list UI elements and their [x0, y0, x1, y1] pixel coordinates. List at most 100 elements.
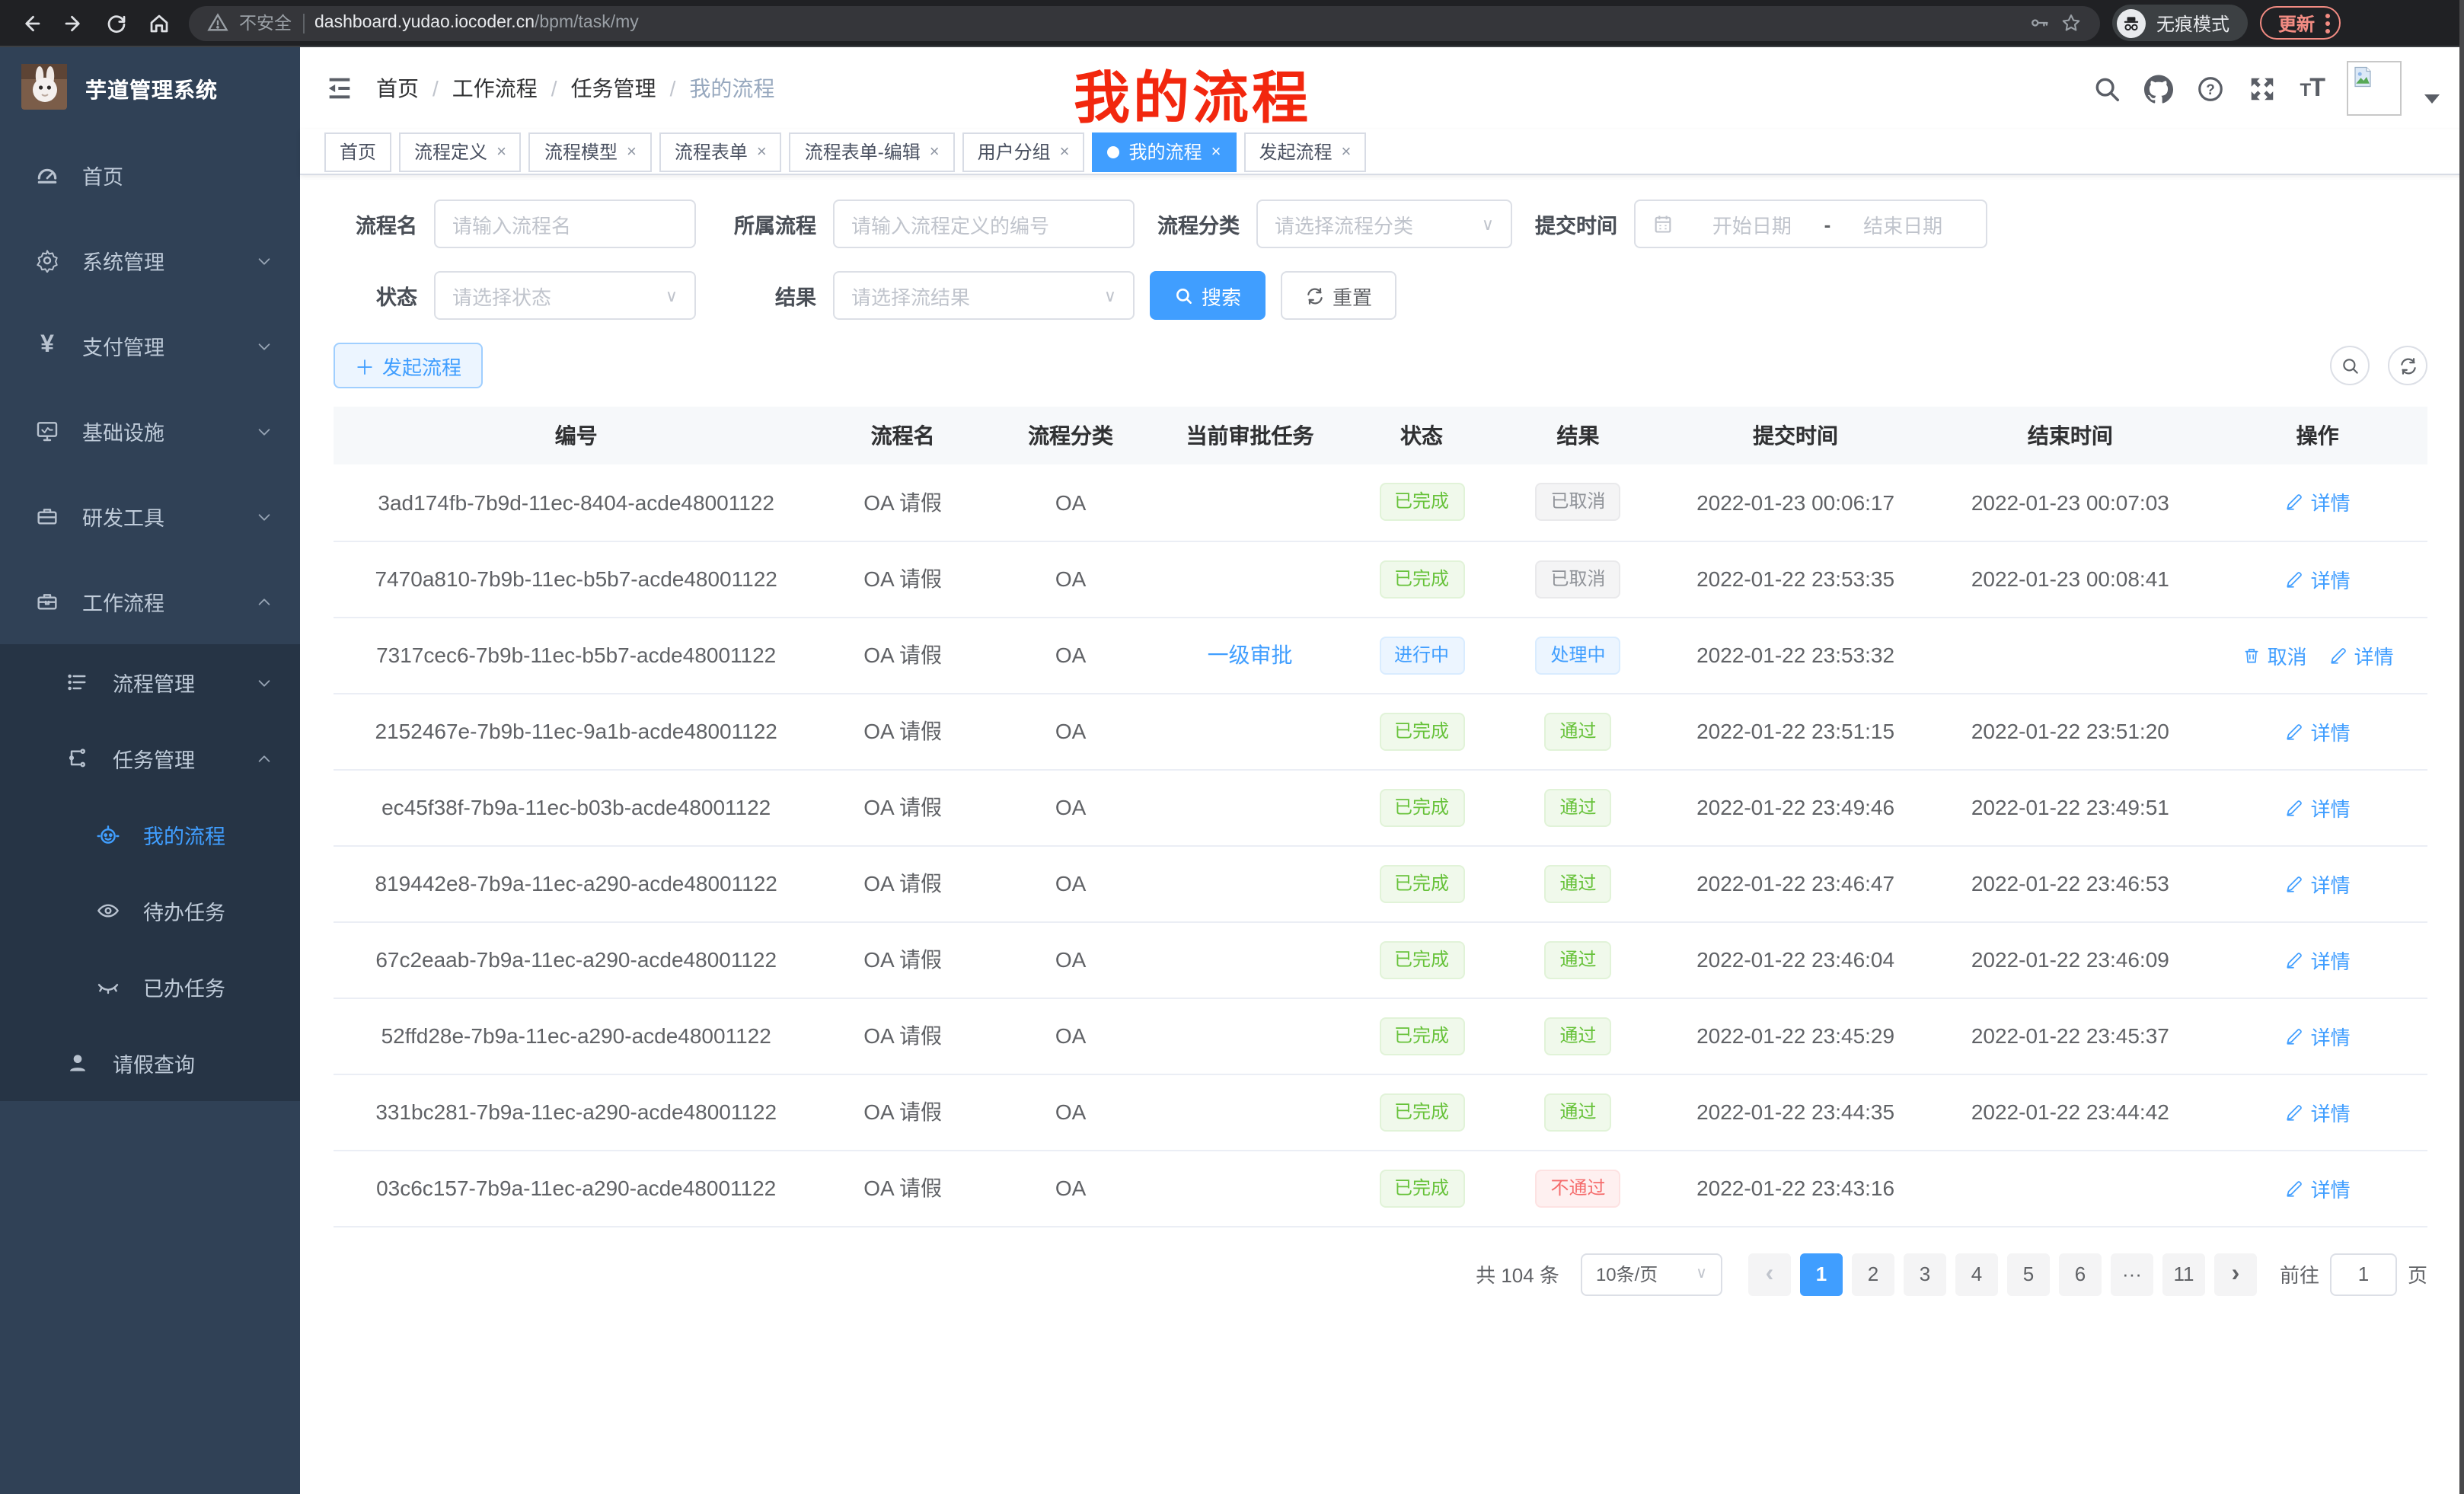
sidebar-logo[interactable]: 芋道管理系统	[0, 47, 300, 132]
tab-3[interactable]: 流程表单×	[659, 132, 782, 171]
detail-link[interactable]: 详情	[2285, 1173, 2351, 1202]
tab-7[interactable]: 发起流程×	[1243, 132, 1366, 171]
page-button-6[interactable]: 6	[2059, 1253, 2102, 1295]
close-icon[interactable]: ×	[1211, 142, 1221, 161]
avatar-dropdown-icon[interactable]	[2424, 94, 2440, 104]
page-button-4[interactable]: 4	[1955, 1253, 1998, 1295]
column-header-0: 编号	[334, 407, 819, 464]
browser-menu-icon[interactable]	[2325, 13, 2330, 33]
github-icon[interactable]	[2145, 74, 2174, 103]
page-button-3[interactable]: 3	[1904, 1253, 1946, 1295]
process-name-input[interactable]: 请输入流程名	[434, 200, 696, 248]
sidebar-item-8[interactable]: 我的流程	[0, 796, 300, 873]
submit-time-range-picker[interactable]: 开始日期 - 结束日期	[1634, 200, 1987, 248]
reset-button[interactable]: 重置	[1281, 271, 1396, 320]
sidebar-item-7[interactable]: 任务管理	[0, 720, 300, 796]
detail-link[interactable]: 详情	[2285, 564, 2351, 593]
sidebar-item-4[interactable]: 研发工具	[0, 474, 300, 559]
breadcrumb-item-2[interactable]: 任务管理	[571, 73, 656, 104]
page-ellipsis[interactable]: ···	[2111, 1253, 2153, 1295]
sidebar-item-9[interactable]: 待办任务	[0, 873, 300, 949]
tab-4[interactable]: 流程表单-编辑×	[790, 132, 955, 171]
breadcrumb-item-1[interactable]: 工作流程	[452, 73, 538, 104]
font-size-icon[interactable]: TT	[2300, 73, 2324, 104]
detail-link[interactable]: 详情	[2328, 640, 2394, 669]
cancel-link[interactable]: 取消	[2242, 640, 2307, 669]
page-size-select[interactable]: 10条/页∨	[1581, 1253, 1722, 1295]
status-badge: 已完成	[1379, 1169, 1464, 1207]
tab-label: 我的流程	[1129, 139, 1202, 164]
process-def-input[interactable]: 请输入流程定义的编号	[833, 200, 1135, 248]
sidebar-item-label: 工作流程	[82, 586, 164, 617]
tab-5[interactable]: 用户分组×	[962, 132, 1085, 171]
detail-link[interactable]: 详情	[2285, 945, 2351, 974]
sidebar-item-6[interactable]: 流程管理	[0, 644, 300, 720]
tab-6[interactable]: 我的流程 ×	[1093, 132, 1237, 171]
search-icon[interactable]	[2093, 74, 2122, 103]
sidebar-item-1[interactable]: 系统管理	[0, 218, 300, 303]
prev-page-button[interactable]: ‹	[1748, 1253, 1791, 1295]
fullscreen-icon[interactable]	[2249, 74, 2277, 103]
cell-process-category: OA	[987, 693, 1154, 769]
sidebar-item-11[interactable]: 请假查询	[0, 1025, 300, 1101]
detail-link[interactable]: 详情	[2285, 488, 2351, 517]
sidebar-item-2[interactable]: ¥支付管理	[0, 303, 300, 388]
toggle-search-button[interactable]	[2330, 346, 2370, 385]
close-icon[interactable]: ×	[1341, 142, 1351, 161]
bookmark-star-icon[interactable]	[2060, 12, 2082, 34]
browser-update-button[interactable]: 更新	[2260, 6, 2341, 40]
detail-link[interactable]: 详情	[2285, 717, 2351, 745]
browser-home-button[interactable]	[140, 5, 177, 41]
status-select[interactable]: 请选择状态∨	[434, 271, 696, 320]
refresh-table-button[interactable]	[2388, 346, 2427, 385]
goto-page-input[interactable]: 1	[2330, 1253, 2397, 1295]
main-area: 首页/工作流程/任务管理/我的流程 ? TT 我的流程 首页流程定义×流程模型×…	[300, 47, 2464, 1494]
page-button-1[interactable]: 1	[1800, 1253, 1843, 1295]
detail-link[interactable]: 详情	[2285, 793, 2351, 822]
close-icon[interactable]: ×	[627, 142, 637, 161]
password-key-icon[interactable]	[2028, 12, 2050, 34]
chevron-down-icon: ∨	[1104, 286, 1116, 305]
current-task-link[interactable]: 一级审批	[1208, 640, 1293, 670]
top-header: 首页/工作流程/任务管理/我的流程 ? TT	[300, 47, 2464, 129]
sidebar-item-0[interactable]: 首页	[0, 132, 300, 218]
sidebar-item-5[interactable]: 工作流程	[0, 559, 300, 644]
cell-process-id: 03c6c157-7b9a-11ec-a290-acde48001122	[334, 1150, 819, 1226]
page-button-2[interactable]: 2	[1852, 1253, 1894, 1295]
category-select[interactable]: 请选择流程分类∨	[1256, 200, 1512, 248]
table-header-row: 编号流程名流程分类当前审批任务状态结果提交时间结束时间操作	[334, 407, 2427, 464]
create-process-button[interactable]: ＋发起流程	[334, 343, 483, 388]
tab-2[interactable]: 流程模型×	[529, 132, 652, 171]
cell-submit-time: 2022-01-22 23:53:35	[1658, 541, 1933, 617]
app-title: 芋道管理系统	[85, 75, 218, 105]
browser-back-button[interactable]	[12, 5, 49, 41]
tab-1[interactable]: 流程定义×	[399, 132, 522, 171]
close-icon[interactable]: ×	[757, 142, 767, 161]
goto-suffix: 页	[2408, 1259, 2427, 1288]
close-icon[interactable]: ×	[496, 142, 506, 161]
avatar[interactable]	[2347, 61, 2402, 116]
browser-reload-button[interactable]	[97, 5, 134, 41]
next-page-button[interactable]: ›	[2214, 1253, 2257, 1295]
close-icon[interactable]: ×	[930, 142, 940, 161]
page-button-5[interactable]: 5	[2007, 1253, 2050, 1295]
page-button-11[interactable]: 11	[2162, 1253, 2205, 1295]
sidebar-item-3[interactable]: 基础设施	[0, 388, 300, 474]
result-badge: 通过	[1544, 864, 1611, 902]
tab-0[interactable]: 首页	[324, 132, 391, 171]
detail-link[interactable]: 详情	[2285, 869, 2351, 898]
search-button[interactable]: 搜索	[1150, 271, 1266, 320]
sidebar-collapse-icon[interactable]	[324, 73, 355, 104]
cell-status: 已完成	[1345, 541, 1498, 617]
result-select[interactable]: 请选择流结果∨	[833, 271, 1135, 320]
detail-link[interactable]: 详情	[2285, 1021, 2351, 1050]
detail-link[interactable]: 详情	[2285, 1097, 2351, 1126]
breadcrumb-item-0[interactable]: 首页	[376, 73, 419, 104]
browser-forward-button[interactable]	[55, 5, 91, 41]
help-icon[interactable]: ?	[2197, 74, 2226, 103]
address-bar[interactable]: 不安全 dashboard.yudao.iocoder.cn/bpm/task/…	[189, 5, 2100, 40]
cell-process-name: OA 请假	[819, 617, 986, 693]
close-icon[interactable]: ×	[1060, 142, 1070, 161]
sidebar-item-10[interactable]: 已办任务	[0, 949, 300, 1025]
sidebar-item-label: 系统管理	[82, 245, 164, 276]
